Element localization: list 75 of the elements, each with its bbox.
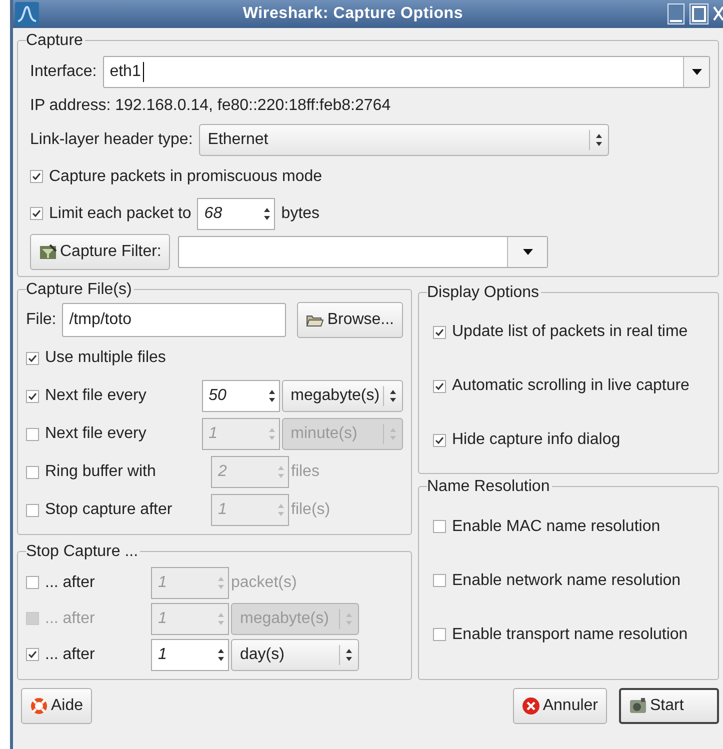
spin-arrows-icon[interactable]: [594, 132, 604, 147]
group-title: Name Resolution: [427, 478, 551, 496]
field-label: Interface:: [30, 62, 97, 82]
checkbox-label: Ring buffer with: [45, 462, 157, 482]
app-icon: [15, 2, 39, 26]
checkbox[interactable]: [30, 170, 43, 184]
field-label: Link-layer header type:: [30, 130, 193, 150]
checkbox[interactable]: [26, 428, 39, 441]
checkbox[interactable]: [26, 648, 39, 662]
checkbox-label: Next file every: [45, 424, 148, 444]
checkbox-label: Use multiple files: [45, 348, 166, 368]
checkbox-label: Automatic scrolling in live capture: [452, 376, 690, 396]
file-path-field[interactable]: /tmp/toto: [62, 303, 286, 338]
spin-arrows-icon[interactable]: [344, 648, 354, 662]
maximize-icon[interactable]: [689, 3, 709, 25]
checkbox[interactable]: [433, 434, 446, 447]
browse-button[interactable]: Browse...: [297, 302, 403, 338]
checkbox[interactable]: [433, 380, 446, 393]
capture-filter-button[interactable]: Capture Filter:: [30, 234, 170, 270]
checkbox[interactable]: [26, 352, 39, 365]
group-title: Capture File(s): [26, 280, 133, 298]
number-spinner[interactable]: 1: [151, 638, 229, 671]
dropdown[interactable]: day(s): [231, 638, 359, 671]
group-title: Capture: [26, 32, 84, 50]
checkbox-label: Enable MAC name resolution: [452, 516, 660, 537]
spin-arrows-icon[interactable]: [388, 389, 398, 404]
capture-icon: [629, 696, 647, 715]
checkbox[interactable]: [433, 574, 446, 588]
help-button[interactable]: Aide: [21, 688, 92, 724]
checkbox[interactable]: [433, 326, 446, 339]
caret-icon[interactable]: [522, 248, 534, 256]
cancel-button[interactable]: Annuler: [512, 688, 607, 724]
checkbox-label: Enable network name resolution: [452, 570, 681, 591]
dropdown[interactable]: Ethernet: [198, 124, 609, 156]
dropdown[interactable]: megabyte(s): [282, 380, 403, 412]
checkbox-label: Hide capture info dialog: [452, 430, 620, 450]
checkbox[interactable]: [26, 504, 39, 517]
unit-label: packet(s): [231, 572, 297, 593]
number-spinner[interactable]: 50: [202, 380, 280, 412]
checkbox[interactable]: [26, 576, 39, 590]
checkbox[interactable]: [433, 520, 446, 534]
unit-label: bytes: [281, 204, 320, 224]
checkbox-label: Limit each packet to: [49, 204, 192, 224]
group-title: Stop Capture ...: [26, 543, 140, 561]
checkbox[interactable]: [26, 466, 39, 479]
checkbox[interactable]: [433, 628, 446, 642]
combo-field[interactable]: eth1: [102, 56, 710, 88]
folder-icon: [306, 313, 324, 328]
unit-label: files: [291, 462, 320, 482]
ip-address-text: IP address: 192.168.0.14, fe80::220:18ff:feb8:2764: [30, 96, 392, 116]
spin-arrows-icon[interactable]: [266, 389, 277, 404]
checkbox-label: ... after: [45, 608, 96, 629]
checkbox-label: ... after: [45, 644, 96, 665]
caret-icon[interactable]: [690, 68, 702, 76]
checkbox-label: Stop capture after: [45, 500, 174, 520]
checkbox-label: Next file every: [45, 386, 148, 406]
checkbox-label: ... after: [45, 572, 96, 593]
filter-icon: [39, 242, 57, 261]
group-title: Display Options: [427, 284, 540, 302]
spin-arrows-icon[interactable]: [262, 206, 272, 221]
spin-arrows-icon[interactable]: [216, 648, 226, 662]
combo-field[interactable]: [178, 236, 548, 268]
window-title: Wireshark: Capture Options: [242, 4, 464, 24]
checkbox-label: Enable transport name resolution: [452, 624, 688, 645]
number-spinner[interactable]: 68: [197, 198, 276, 230]
unit-label: file(s): [291, 500, 330, 520]
checkbox-label: Update list of packets in real time: [452, 322, 688, 342]
minimize-icon[interactable]: [667, 3, 685, 25]
field-label: File:: [26, 310, 56, 330]
checkbox[interactable]: [30, 207, 43, 220]
lifebuoy-icon: [30, 696, 48, 715]
checkbox[interactable]: [26, 390, 39, 403]
start-button[interactable]: Start: [619, 688, 719, 724]
cancel-icon: [522, 696, 540, 715]
checkbox-label: Capture packets in promiscuous mode: [49, 166, 322, 187]
